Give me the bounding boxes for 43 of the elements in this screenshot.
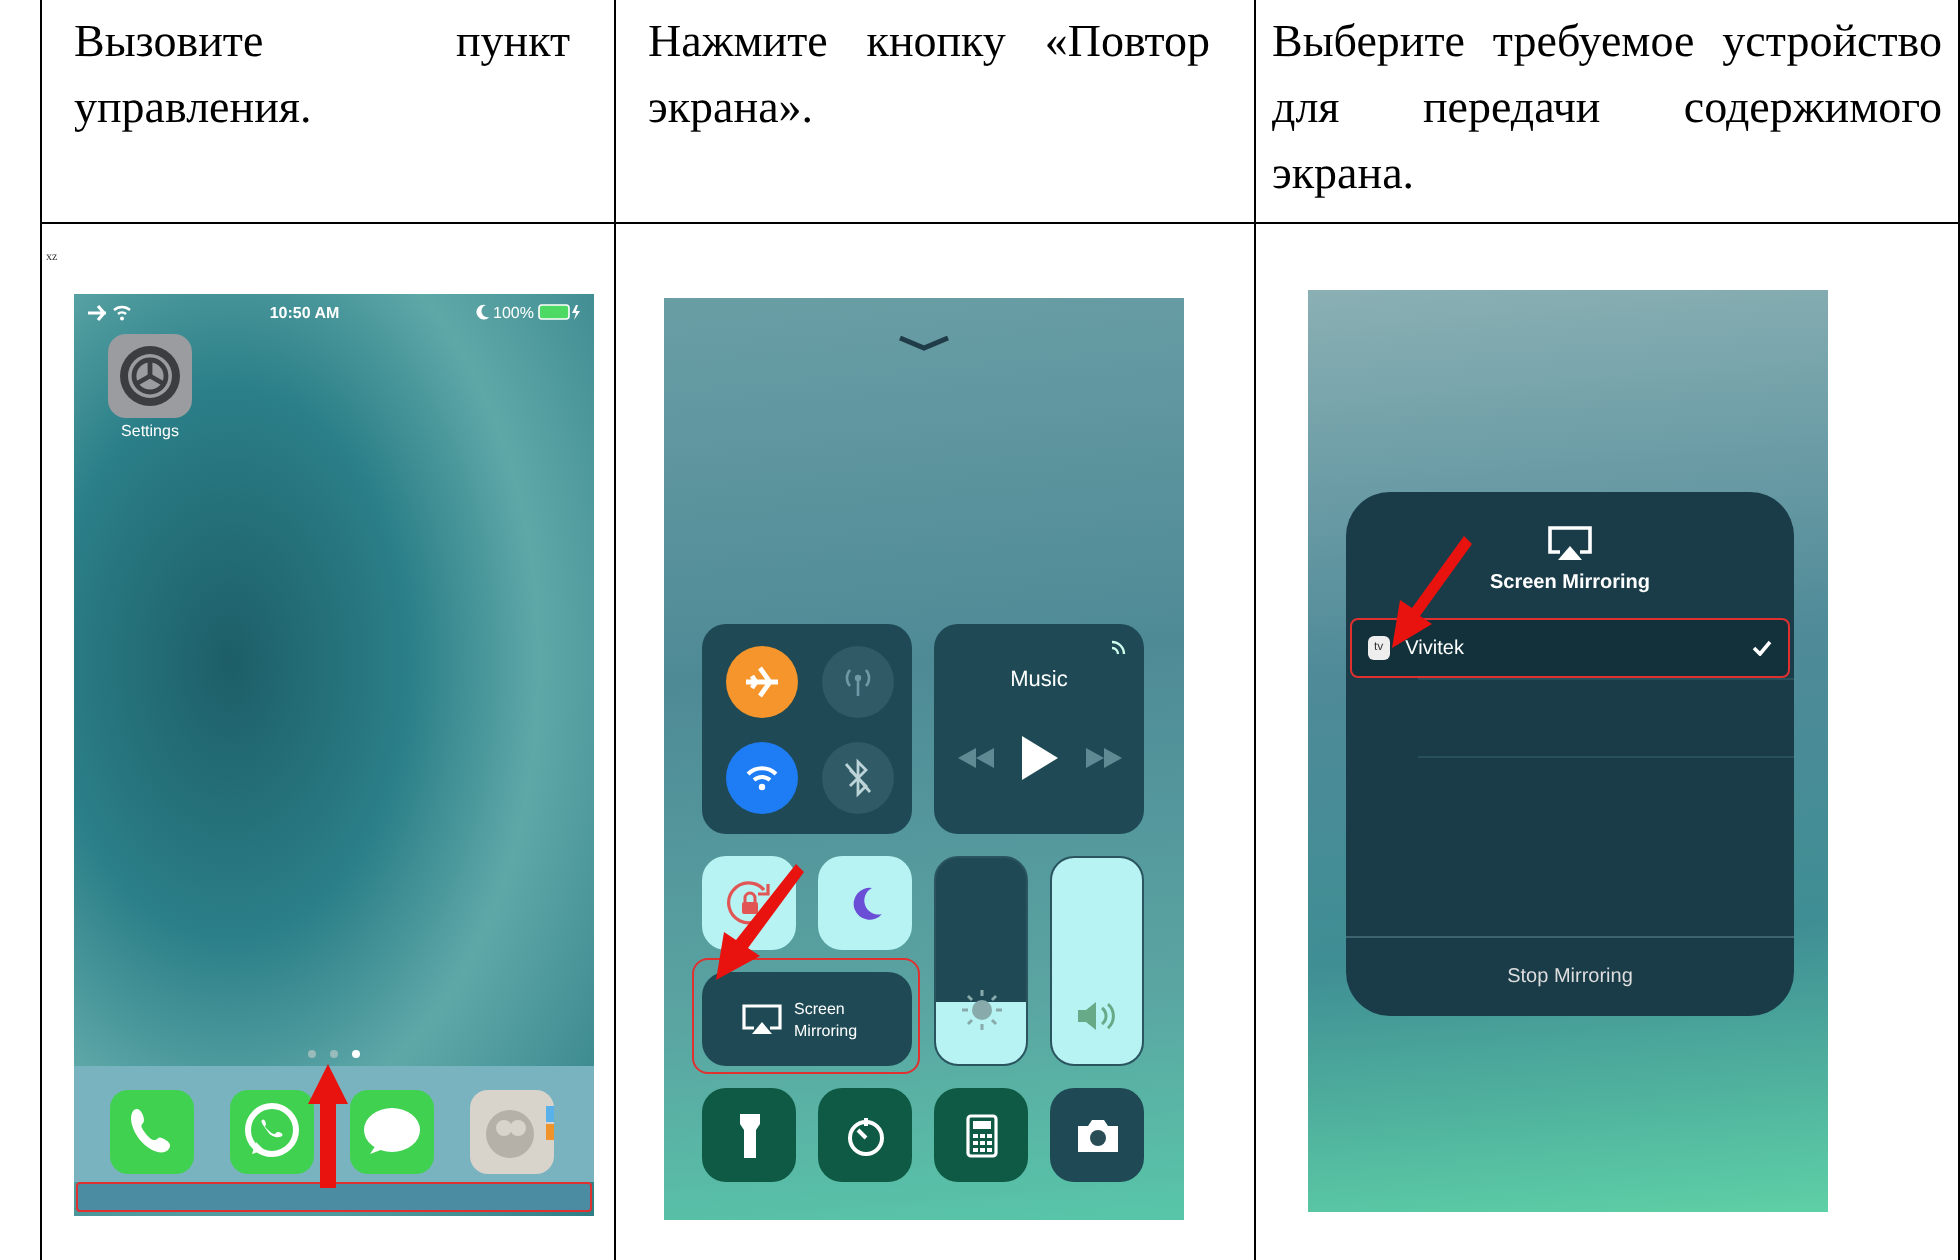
- panel-title: Screen Mirroring: [1489, 572, 1651, 594]
- checkmark-icon: [1752, 640, 1772, 656]
- chevron-down-icon[interactable]: [898, 336, 950, 352]
- status-time: 10:50 AM: [269, 303, 340, 321]
- cellular-toggle[interactable]: [822, 645, 894, 717]
- flashlight-icon: [737, 1111, 761, 1159]
- flashlight-button[interactable]: [702, 1088, 796, 1182]
- airplane-toggle[interactable]: [726, 645, 798, 717]
- bluetooth-toggle[interactable]: [822, 741, 894, 813]
- do-not-disturb-toggle[interactable]: [818, 856, 912, 950]
- speaker-icon: [1075, 1000, 1119, 1032]
- instruction-text: Вызовите пункт управления.: [74, 14, 570, 136]
- device-name: Vivitek: [1405, 637, 1466, 659]
- rotation-lock-icon: [723, 877, 775, 929]
- wifi-toggle[interactable]: [726, 741, 798, 813]
- camera-icon: [1075, 1117, 1119, 1153]
- airplay-icon: [742, 1003, 782, 1035]
- calculator-button[interactable]: [934, 1088, 1028, 1182]
- rewind-icon[interactable]: [957, 748, 993, 768]
- battery-percentage: 100%: [493, 303, 534, 321]
- stop-mirroring-button[interactable]: Stop Mirroring: [1346, 936, 1794, 1016]
- timer-icon: [843, 1113, 887, 1157]
- music-title: Music: [1010, 668, 1068, 692]
- play-icon[interactable]: [1021, 736, 1057, 780]
- airplay-icon: [1548, 526, 1592, 562]
- airplay-audio-icon[interactable]: [1110, 638, 1128, 656]
- battery-icon: [537, 304, 582, 320]
- app-label: Settings: [121, 422, 179, 440]
- moon-icon: [475, 304, 490, 320]
- settings-icon[interactable]: [108, 334, 192, 418]
- screen-mirroring-button[interactable]: Screen Mirroring: [702, 972, 912, 1066]
- fast-forward-icon[interactable]: [1085, 748, 1121, 768]
- calculator-icon: [965, 1113, 997, 1157]
- airplane-wifi-icon: [86, 303, 134, 321]
- sun-icon: [959, 988, 1003, 1032]
- annotation-arrow: [308, 1064, 348, 1188]
- instruction-text: Выберите требуемое устройство для передачи содержимого экрана.: [1272, 14, 1942, 202]
- brightness-slider[interactable]: [934, 856, 1028, 1066]
- timer-button[interactable]: [818, 1088, 912, 1182]
- annotation-arrow: [716, 864, 804, 980]
- camera-button[interactable]: [1050, 1088, 1144, 1182]
- airplane-icon: [742, 661, 782, 701]
- instruction-text: Нажмите кнопку «Повтор экрана».: [648, 14, 1210, 136]
